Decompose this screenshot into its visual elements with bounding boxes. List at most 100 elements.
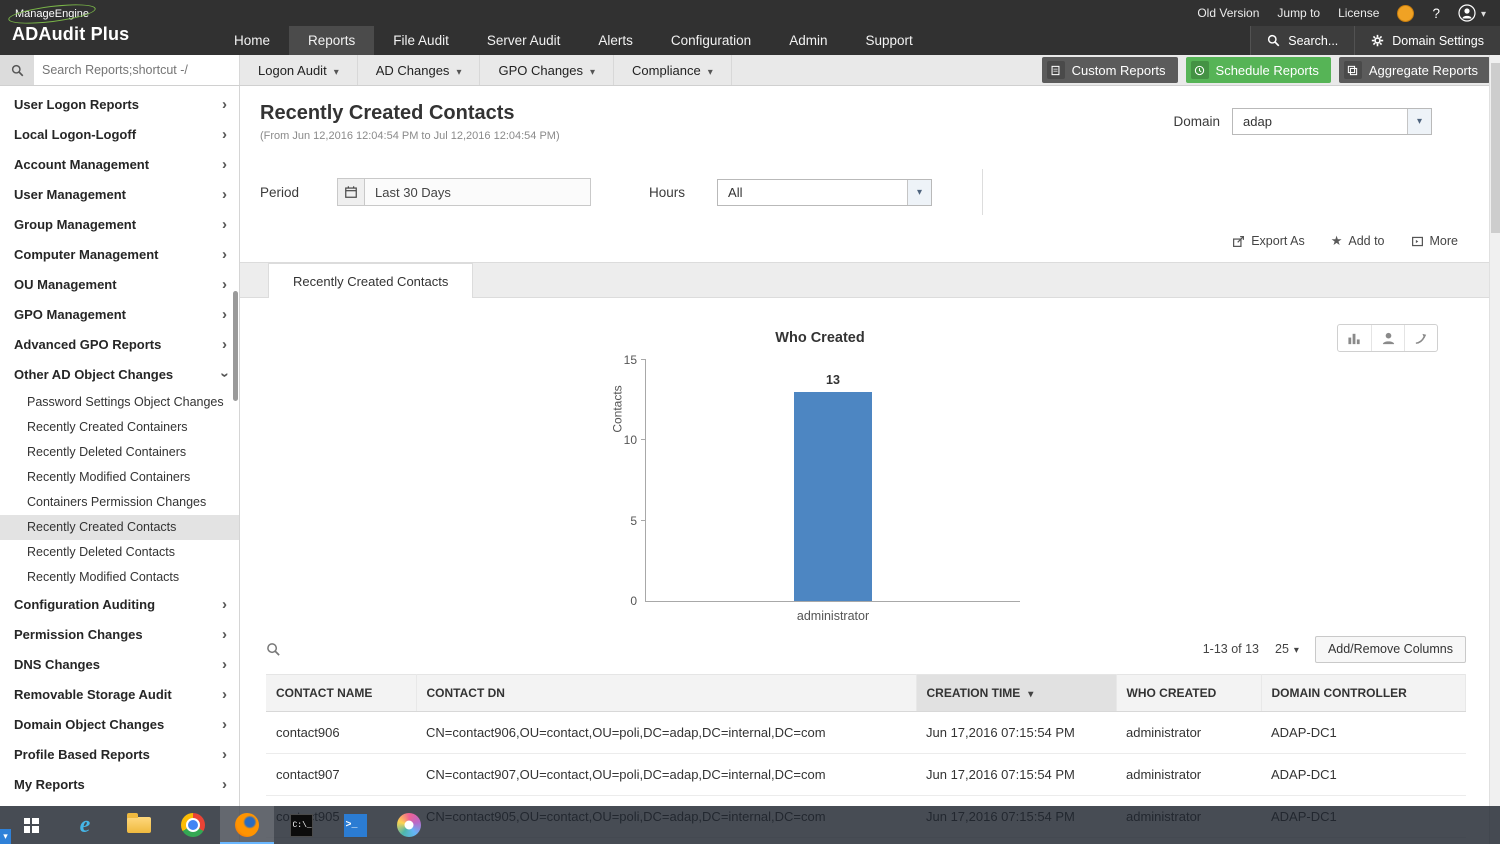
taskbar-internet-explorer[interactable]: e [58,806,112,844]
schedule-reports-button[interactable]: Schedule Reports [1185,57,1331,83]
chrome-icon [181,813,205,837]
sidebar-item-label: Configuration Auditing [14,597,156,612]
nav-tab-reports[interactable]: Reports [289,26,375,55]
nav-tab-home[interactable]: Home [215,26,289,55]
start-button[interactable] [4,806,58,844]
domain-settings-button[interactable]: Domain Settings [1354,26,1500,55]
nav-tab-support[interactable]: Support [846,26,931,55]
period-input[interactable]: Last 30 Days [365,178,592,206]
export-icon [1233,235,1245,247]
hours-label: Hours [649,184,686,200]
x-category-label: administrator [796,609,870,623]
table-row[interactable]: contact907 CN=contact907,OU=contact,OU=p… [266,753,1466,796]
hours-select[interactable]: All [717,178,933,206]
sidebar-item-user-logon-reports[interactable]: User Logon Reports [0,90,239,120]
star-icon [1331,233,1343,249]
menu-gpo-changes[interactable]: GPO Changes [480,55,615,85]
global-search-button[interactable]: Search... [1250,26,1355,55]
sidebar-item-permission-changes[interactable]: Permission Changes [0,620,239,650]
chevron-down-icon [456,63,461,78]
column-header-creation-time[interactable]: CREATION TIME [916,674,1117,712]
nav-tab-admin[interactable]: Admin [770,26,846,55]
tab-recently-created-contacts[interactable]: Recently Created Contacts [268,263,474,298]
page-size-select[interactable]: 25 [1275,642,1299,656]
menu-ad-changes[interactable]: AD Changes [358,55,481,85]
sidebar-item-profile-based-reports[interactable]: Profile Based Reports [0,740,239,770]
sidebar-item-account-management[interactable]: Account Management [0,150,239,180]
license-link[interactable]: License [1338,6,1379,20]
sidebar-item-user-management[interactable]: User Management [0,180,239,210]
taskbar-chrome[interactable] [166,806,220,844]
export-chart-icon[interactable] [1404,325,1437,351]
sidebar-item-recently-modified-contacts[interactable]: Recently Modified Contacts [0,565,239,590]
taskbar-file-explorer[interactable] [112,806,166,844]
sidebar-item-group-management[interactable]: Group Management [0,210,239,240]
table-row[interactable]: contact906 CN=contact906,OU=contact,OU=p… [266,711,1466,754]
help-icon[interactable] [1432,6,1440,21]
add-to-button[interactable]: Add to [1331,233,1384,249]
divider [982,169,984,215]
column-header-contact-dn[interactable]: CONTACT DN [416,674,917,712]
cell-domain-controller: ADAP-DC1 [1261,753,1466,796]
domain-select[interactable]: adap [1232,108,1432,135]
sidebar-item-my-reports[interactable]: My Reports [0,770,239,800]
user-filter-icon[interactable] [1371,325,1404,351]
menu-compliance[interactable]: Compliance [614,55,732,85]
sidebar-item-recently-created-containers[interactable]: Recently Created Containers [0,415,239,440]
report-search-box [0,55,240,85]
sidebar-scrollbar-thumb[interactable] [233,291,238,401]
jump-to-link[interactable]: Jump to [1277,6,1320,20]
aggregate-reports-button[interactable]: Aggregate Reports [1338,57,1490,83]
sidebar-item-containers-permission-changes[interactable]: Containers Permission Changes [0,490,239,515]
y-tick-mark [641,359,646,360]
sidebar-item-ou-management[interactable]: OU Management [0,270,239,300]
sidebar-item-advanced-gpo-reports[interactable]: Advanced GPO Reports [0,330,239,360]
column-header-who-created[interactable]: WHO CREATED [1116,674,1262,712]
sidebar-item-computer-management[interactable]: Computer Management [0,240,239,270]
add-remove-columns-button[interactable]: Add/Remove Columns [1314,635,1466,663]
sidebar-item-recently-deleted-containers[interactable]: Recently Deleted Containers [0,440,239,465]
report-search-input[interactable] [34,55,239,85]
chart-type-icon[interactable] [1338,325,1371,351]
taskbar-command-prompt[interactable]: C:\_ [274,806,328,844]
chevron-down-icon [1407,109,1431,134]
nav-tab-alerts[interactable]: Alerts [579,26,652,55]
column-header-contact-name[interactable]: CONTACT NAME [266,674,417,712]
user-menu[interactable] [1458,4,1486,22]
sidebar-item-password-settings-object-changes[interactable]: Password Settings Object Changes [0,390,239,415]
more-button[interactable]: More [1411,234,1458,248]
nav-tab-file-audit[interactable]: File Audit [374,26,468,55]
custom-reports-button[interactable]: Custom Reports [1041,57,1178,83]
sidebar-item-gpo-management[interactable]: GPO Management [0,300,239,330]
sidebar-item-recently-modified-containers[interactable]: Recently Modified Containers [0,465,239,490]
nav-tab-server-audit[interactable]: Server Audit [468,26,580,55]
calendar-icon[interactable] [337,178,366,206]
column-header-domain-controller[interactable]: DOMAIN CONTROLLER [1261,674,1466,712]
table-header-row: CONTACT NAME CONTACT DN CREATION TIME WH… [266,674,1466,712]
taskbar-firefox[interactable] [220,806,274,844]
taskbar-paint[interactable] [382,806,436,844]
scrollbar-down-arrow[interactable] [0,829,11,844]
sidebar-item-domain-object-changes[interactable]: Domain Object Changes [0,710,239,740]
sidebar-item-recently-deleted-contacts[interactable]: Recently Deleted Contacts [0,540,239,565]
page-scrollbar[interactable] [1489,55,1500,844]
export-as-button[interactable]: Export As [1232,234,1305,248]
sidebar-item-configuration-auditing[interactable]: Configuration Auditing [0,590,239,620]
scrollbar-thumb[interactable] [1491,63,1500,233]
cell-contact-name: contact906 [266,711,416,754]
sidebar-item-dns-changes[interactable]: DNS Changes [0,650,239,680]
nav-tab-configuration[interactable]: Configuration [652,26,770,55]
sidebar-item-local-logon-logoff[interactable]: Local Logon-Logoff [0,120,239,150]
chevron-down-icon [907,179,932,205]
sidebar-item-recently-created-contacts[interactable]: Recently Created Contacts [0,515,239,540]
notification-icon[interactable] [1397,4,1415,22]
old-version-link[interactable]: Old Version [1197,6,1259,20]
paint-icon [397,813,421,837]
sidebar-item-removable-storage-audit[interactable]: Removable Storage Audit [0,680,239,710]
sidebar-item-label: DNS Changes [14,657,100,672]
menu-logon-audit[interactable]: Logon Audit [240,55,358,85]
sidebar-item-other-ad-object-changes[interactable]: Other AD Object Changes [0,360,239,390]
windows-taskbar: e C:\_ >_ [0,806,1500,844]
table-search-icon[interactable] [266,642,281,657]
taskbar-powershell[interactable]: >_ [328,806,382,844]
